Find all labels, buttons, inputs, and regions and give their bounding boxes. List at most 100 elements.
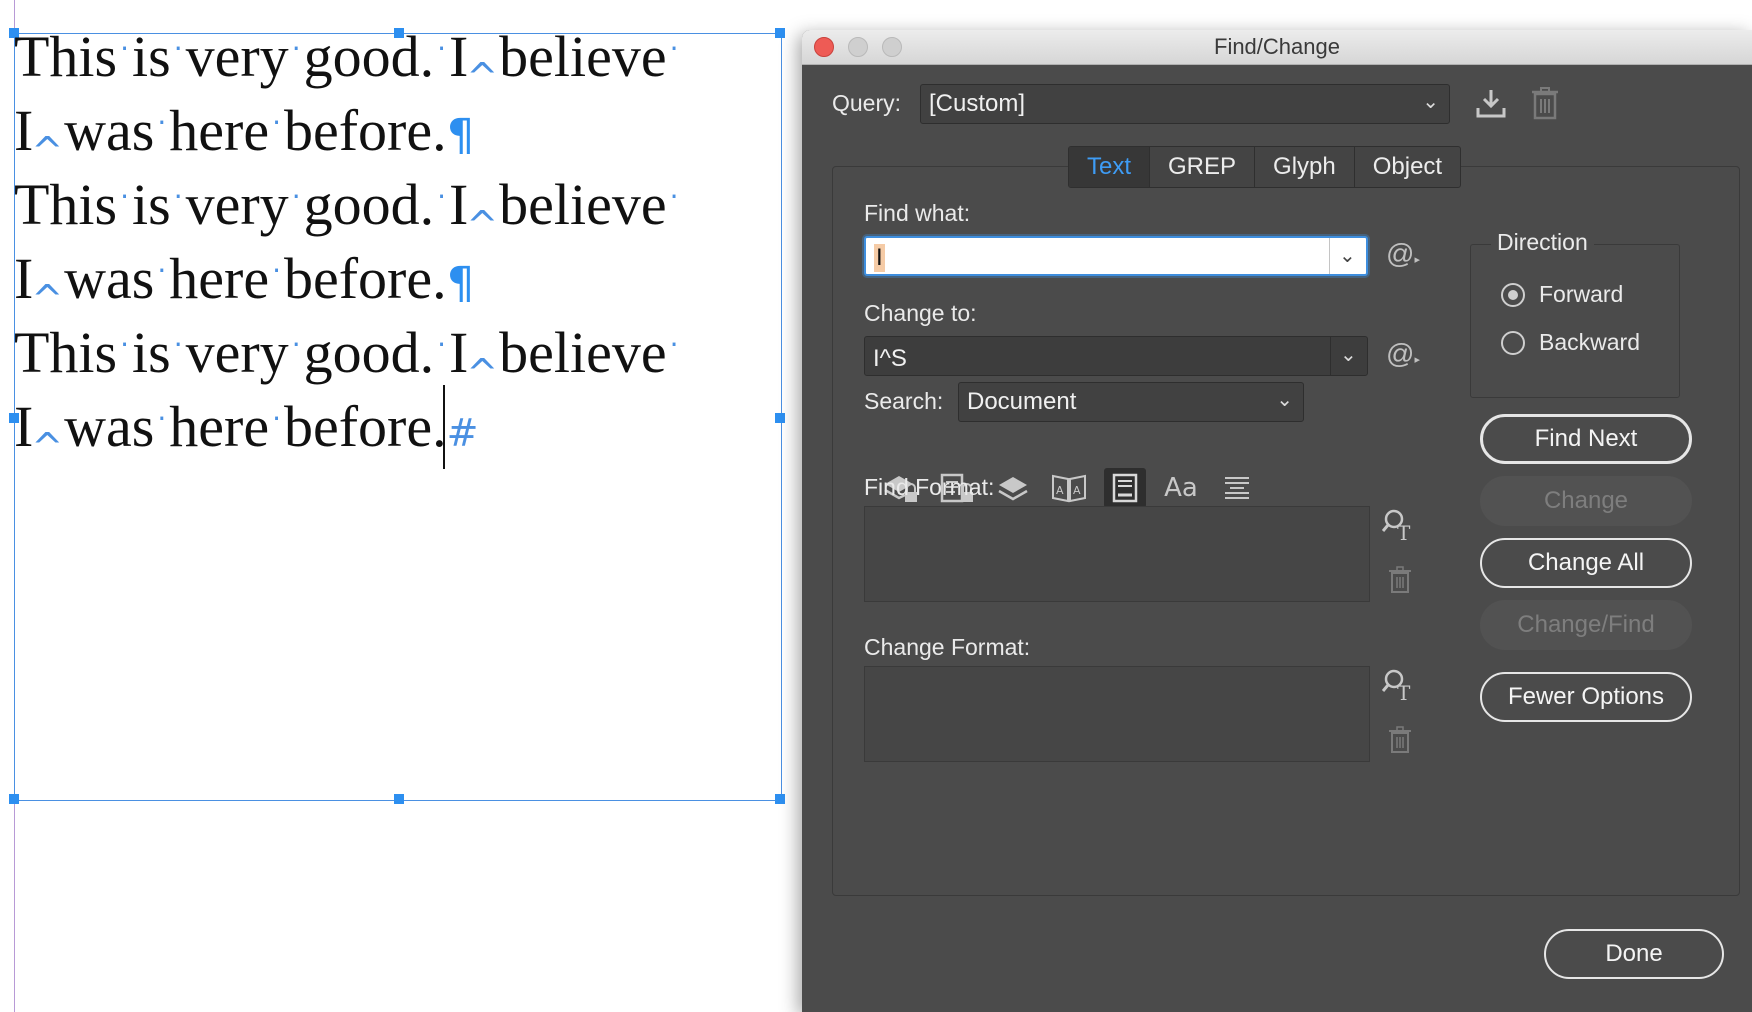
- word: This: [14, 24, 118, 89]
- nonbreaking-space-marker: ^: [466, 351, 499, 395]
- word: This: [14, 172, 118, 237]
- word: before.: [284, 394, 447, 459]
- word: here: [169, 98, 270, 163]
- word: was: [64, 246, 155, 311]
- specify-find-format-icon[interactable]: T: [1381, 508, 1416, 547]
- change-to-dropdown[interactable]: ⌄: [1330, 337, 1367, 375]
- space-marker: ·: [669, 180, 679, 213]
- frame-handle-bottom-right[interactable]: [775, 794, 785, 804]
- case-sensitive-icon[interactable]: Aa: [1160, 468, 1202, 508]
- word: here: [169, 246, 270, 311]
- change-to-field[interactable]: I^S ⌄: [864, 336, 1368, 376]
- word: was: [64, 98, 155, 163]
- specify-change-format-icon[interactable]: T: [1381, 668, 1416, 707]
- space-marker: ·: [173, 180, 183, 213]
- search-label: Search:: [864, 388, 944, 414]
- word: very: [185, 320, 289, 385]
- space-marker: ·: [120, 180, 130, 213]
- space-marker: ·: [669, 32, 679, 65]
- clear-change-format-icon[interactable]: [1388, 726, 1412, 759]
- find-change-dialog: Find/Change Query: [Custom] ⌄ Text GREP …: [802, 30, 1752, 1012]
- save-query-icon[interactable]: [1474, 86, 1508, 125]
- delete-query-icon[interactable]: [1530, 86, 1560, 125]
- space-marker: ·: [157, 402, 167, 435]
- find-format-label: Find Format:: [864, 474, 995, 500]
- change-button[interactable]: Change: [1480, 476, 1692, 526]
- pilcrow-icon: ¶: [446, 258, 475, 309]
- forward-radio[interactable]: [1501, 283, 1525, 307]
- change-find-button[interactable]: Change/Find: [1480, 600, 1692, 650]
- find-what-label: Find what:: [864, 200, 971, 226]
- nonbreaking-space-marker: ^: [31, 277, 64, 321]
- special-characters-for-replace-icon[interactable]: @▸: [1386, 338, 1420, 370]
- nonbreaking-space-marker: ^: [31, 425, 64, 469]
- tab-object[interactable]: Object: [1355, 147, 1460, 187]
- nonbreaking-space-marker: ^: [466, 203, 499, 247]
- change-all-button[interactable]: Change All: [1480, 538, 1692, 588]
- text-cursor: [443, 385, 445, 469]
- chevron-down-icon: ⌄: [1340, 344, 1357, 366]
- whole-word-icon[interactable]: [1216, 468, 1258, 508]
- find-what-dropdown[interactable]: ⌄: [1329, 238, 1366, 274]
- forward-label[interactable]: Forward: [1539, 281, 1623, 308]
- word: good.: [303, 24, 435, 89]
- frame-handle-bottom-center[interactable]: [394, 794, 404, 804]
- frame-handle-top-right[interactable]: [775, 28, 785, 38]
- story-text[interactable]: This ·is ·very ·good. ·I^believe · I^was ·here…: [14, 20, 682, 469]
- find-format-box[interactable]: [864, 506, 1370, 602]
- word: was: [64, 394, 155, 459]
- backward-label[interactable]: Backward: [1539, 329, 1640, 356]
- nonbreaking-space-marker: ^: [466, 55, 499, 99]
- word: good.: [303, 320, 435, 385]
- done-button[interactable]: Done: [1544, 929, 1724, 979]
- svg-text:T: T: [1397, 681, 1411, 702]
- space-marker: ·: [120, 32, 130, 65]
- space-marker: ·: [120, 328, 130, 361]
- include-hidden-layers-icon[interactable]: [992, 468, 1034, 508]
- tab-glyph[interactable]: Glyph: [1255, 147, 1355, 187]
- word: believe: [499, 320, 667, 385]
- text-line: I^was ·here ·before.¶: [14, 242, 682, 321]
- direction-legend: Direction: [1491, 229, 1594, 256]
- text-line: I^was ·here ·before.#: [14, 390, 682, 469]
- word: very: [185, 24, 289, 89]
- clear-find-format-icon[interactable]: [1388, 566, 1412, 599]
- frame-handle-middle-right[interactable]: [775, 413, 785, 423]
- search-scope-select[interactable]: Document ⌄: [958, 382, 1304, 422]
- change-format-label: Change Format:: [864, 634, 1031, 660]
- space-marker: ·: [437, 180, 446, 213]
- space-marker: ·: [173, 32, 183, 65]
- document-canvas[interactable]: This ·is ·very ·good. ·I^believe · I^was ·here…: [0, 0, 800, 1012]
- pilcrow-icon: ¶: [446, 110, 475, 161]
- dialog-titlebar[interactable]: Find/Change: [802, 30, 1752, 65]
- frame-handle-bottom-left[interactable]: [9, 794, 19, 804]
- fewer-options-button[interactable]: Fewer Options: [1480, 672, 1692, 722]
- nonbreaking-space-marker: ^: [31, 129, 64, 173]
- word: is: [132, 320, 171, 385]
- special-characters-for-find-icon[interactable]: @▸: [1386, 238, 1420, 270]
- text-line: This ·is ·very ·good. ·I^believe ·: [14, 20, 682, 99]
- tab-text[interactable]: Text: [1069, 147, 1151, 187]
- word: very: [185, 172, 289, 237]
- change-to-value: I^S: [873, 345, 907, 372]
- change-format-box[interactable]: [864, 666, 1370, 762]
- svg-text:A: A: [1073, 484, 1081, 497]
- include-footnotes-icon[interactable]: [1104, 468, 1146, 508]
- word: before.: [284, 98, 447, 163]
- backward-radio[interactable]: [1501, 331, 1525, 355]
- change-to-label: Change to:: [864, 300, 977, 326]
- find-what-field[interactable]: I ⌄: [864, 236, 1368, 276]
- include-master-pages-icon[interactable]: AA: [1048, 468, 1090, 508]
- find-what-value: I: [874, 244, 885, 272]
- word: believe: [499, 24, 667, 89]
- query-label: Query:: [832, 90, 902, 116]
- chevron-down-icon: ⌄: [1276, 389, 1293, 411]
- word: is: [132, 172, 171, 237]
- tab-grep[interactable]: GREP: [1150, 147, 1256, 187]
- space-marker: ·: [291, 32, 301, 65]
- space-marker: ·: [272, 402, 281, 435]
- space-marker: ·: [437, 328, 446, 361]
- find-next-button[interactable]: Find Next: [1480, 414, 1692, 464]
- text-line: I^was ·here ·before.¶: [14, 94, 682, 173]
- query-select[interactable]: [Custom] ⌄: [920, 84, 1450, 124]
